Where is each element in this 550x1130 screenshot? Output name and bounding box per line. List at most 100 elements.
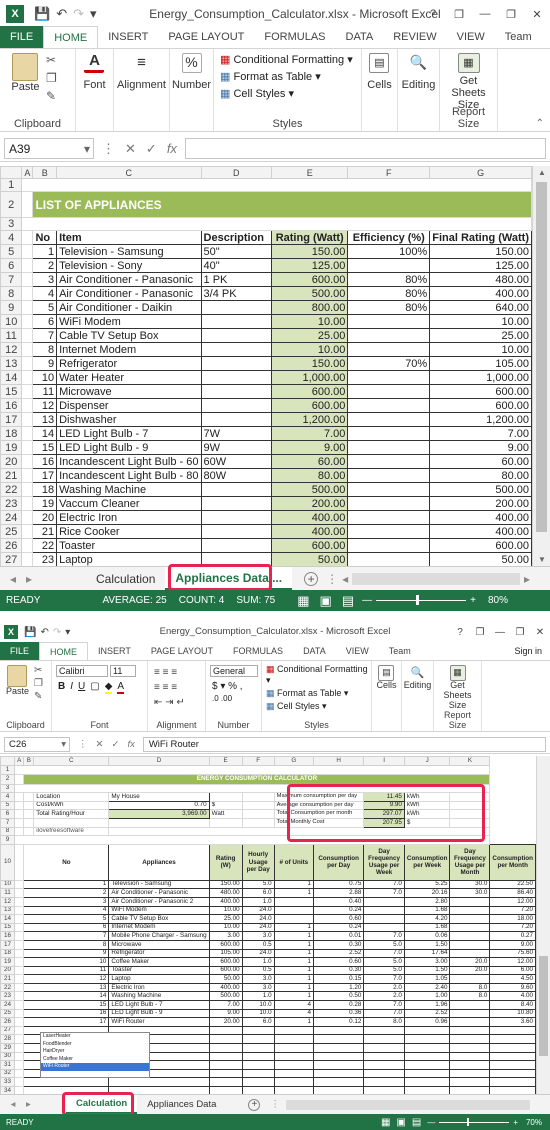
table-cell[interactable]: [449, 974, 491, 984]
table-header-cell[interactable]: Day Frequency Usage per Month: [449, 843, 491, 881]
table-cell[interactable]: 30.0: [449, 879, 491, 890]
table-cell[interactable]: [313, 1051, 365, 1062]
sheet-cell[interactable]: [108, 817, 210, 828]
table-cell[interactable]: 16: [32, 454, 58, 469]
table-header-cell[interactable]: Description: [200, 230, 273, 245]
row-header[interactable]: 7: [0, 272, 23, 287]
table-cell[interactable]: 1: [273, 948, 315, 959]
table-cell[interactable]: [363, 922, 405, 933]
sheet-cell[interactable]: [449, 809, 491, 819]
collapse-ribbon-icon[interactable]: ⌃: [536, 118, 544, 129]
row-header[interactable]: 15: [0, 384, 23, 399]
table-cell[interactable]: [273, 1051, 315, 1062]
table-cell[interactable]: 500.00: [429, 482, 532, 497]
conditional-formatting-button[interactable]: ▦ Conditional Formatting ▾: [220, 53, 361, 66]
sheet-cell[interactable]: [21, 178, 532, 192]
table-cell[interactable]: [273, 905, 315, 916]
tab-formulas[interactable]: FORMULAS: [223, 642, 293, 660]
table-cell[interactable]: LED Light Bulb - 7: [108, 1000, 210, 1010]
table-cell[interactable]: LED Light Bulb - 9: [108, 1008, 210, 1019]
help-icon[interactable]: ?: [420, 0, 446, 28]
table-cell[interactable]: 6: [32, 314, 58, 329]
ribbon-display-icon[interactable]: ❐: [446, 0, 472, 28]
table-cell[interactable]: [200, 370, 273, 385]
table-cell[interactable]: 100%: [347, 244, 431, 259]
page-break-icon[interactable]: ▤: [342, 593, 354, 609]
table-header-cell[interactable]: Appliances: [108, 843, 210, 881]
table-cell[interactable]: 7.0: [363, 974, 405, 984]
table-cell[interactable]: 7.0: [363, 888, 405, 898]
table-cell[interactable]: 22.50: [489, 879, 536, 890]
table-cell[interactable]: [273, 1060, 315, 1070]
formula-input[interactable]: WiFi Router: [142, 737, 546, 752]
table-cell[interactable]: 3.60: [489, 1017, 536, 1027]
enter-icon[interactable]: ✓: [111, 739, 119, 750]
table-cell[interactable]: 1: [273, 879, 315, 890]
scroll-thumb[interactable]: [536, 182, 547, 532]
table-cell[interactable]: 0.27: [489, 931, 536, 941]
table-cell[interactable]: 1: [273, 931, 315, 941]
table-cell[interactable]: [449, 1060, 491, 1070]
row-header[interactable]: 1: [0, 178, 23, 192]
table-cell[interactable]: 600.00: [271, 538, 349, 553]
table-cell[interactable]: 3.0: [241, 982, 275, 993]
editing-group[interactable]: 🔍 Editing: [398, 49, 440, 131]
row-header[interactable]: 18: [0, 426, 23, 441]
table-cell[interactable]: [489, 1034, 536, 1045]
table-cell[interactable]: 600.00: [208, 957, 243, 967]
row-header[interactable]: 17: [0, 412, 23, 427]
column-header[interactable]: C: [56, 166, 202, 179]
table-cell[interactable]: 8.0: [449, 982, 491, 993]
table-cell[interactable]: [241, 1043, 275, 1053]
row-header[interactable]: 10: [0, 314, 23, 329]
table-cell[interactable]: [449, 948, 491, 959]
table-cell[interactable]: [449, 1025, 491, 1036]
format-as-table-button[interactable]: ▦ Format as Table ▾: [220, 70, 361, 83]
cells-group[interactable]: ▤ Cells: [372, 661, 402, 731]
sheet-cell[interactable]: [241, 817, 275, 828]
table-cell[interactable]: Air Conditioner - Panasonic: [108, 888, 210, 898]
format-painter-icon[interactable]: ✎: [34, 691, 43, 702]
table-cell[interactable]: 480.00: [208, 888, 243, 898]
table-cell[interactable]: [347, 538, 431, 553]
table-cell[interactable]: Electric Iron: [56, 510, 202, 525]
insert-function-icon[interactable]: fx: [167, 141, 177, 156]
table-cell[interactable]: Incandescent Light Bulb - 80: [56, 468, 202, 483]
table-cell[interactable]: Coffee Maker: [108, 957, 210, 967]
table-cell[interactable]: [208, 1068, 243, 1079]
table-cell[interactable]: Mobile Phone Charger - Samsung: [108, 931, 210, 941]
table-cell[interactable]: 15: [32, 440, 58, 455]
zoom-slider[interactable]: [439, 1117, 510, 1126]
table-cell[interactable]: 12.00: [489, 957, 536, 967]
table-cell[interactable]: 25.00: [429, 328, 532, 343]
row-header[interactable]: 34: [0, 1086, 15, 1094]
table-cell[interactable]: 80%: [347, 286, 431, 301]
table-cell[interactable]: 24.0: [241, 905, 275, 916]
table-cell[interactable]: 9.60: [489, 982, 536, 993]
table-cell[interactable]: 600.00: [429, 398, 532, 413]
format-painter-icon[interactable]: ✎: [46, 89, 57, 103]
cell-styles-button[interactable]: ▦ Cell Styles ▾: [266, 701, 371, 712]
table-cell[interactable]: 7.00: [271, 426, 349, 441]
table-cell[interactable]: 60W: [200, 454, 273, 469]
table-cell[interactable]: 1: [273, 991, 315, 1002]
row-header[interactable]: 8: [0, 286, 23, 301]
table-cell[interactable]: 9.00: [208, 1008, 243, 1019]
format-as-table-button[interactable]: ▦ Format as Table ▾: [266, 688, 371, 699]
row-header[interactable]: 14: [0, 914, 15, 924]
row-header[interactable]: 4: [0, 792, 15, 802]
summary-value[interactable]: 9.90: [363, 800, 405, 811]
tab-insert[interactable]: INSERT: [98, 26, 158, 48]
table-cell[interactable]: 0.30: [313, 939, 365, 950]
table-cell[interactable]: Microwave: [56, 384, 202, 399]
table-cell[interactable]: 125.00: [271, 258, 349, 273]
table-header-cell[interactable]: Item: [56, 230, 202, 245]
row-header[interactable]: 23: [0, 496, 23, 511]
table-header-cell[interactable]: # of Units: [273, 843, 315, 881]
table-cell[interactable]: Dishwasher: [56, 412, 202, 427]
close-icon[interactable]: ✕: [530, 622, 550, 642]
table-cell[interactable]: 1 PK: [200, 272, 273, 287]
row-header[interactable]: 12: [0, 342, 23, 357]
table-cell[interactable]: 14: [23, 991, 110, 1002]
table-cell[interactable]: 17: [32, 468, 58, 483]
